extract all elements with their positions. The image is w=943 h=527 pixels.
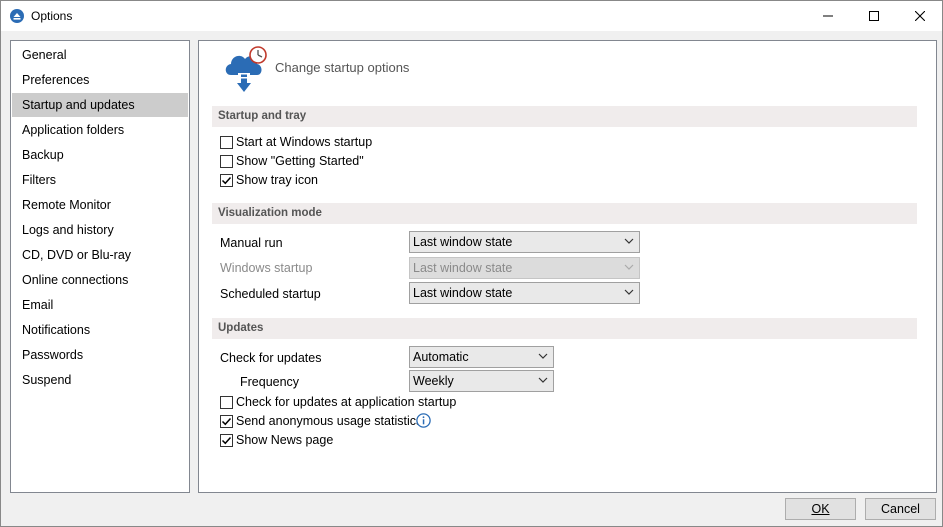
checkmark-icon bbox=[221, 417, 232, 425]
options-category-list: General Preferences Startup and updates … bbox=[10, 40, 190, 493]
cancel-button-label: Cancel bbox=[881, 502, 920, 516]
maximize-button[interactable] bbox=[851, 1, 897, 31]
sidebar-item-remote-monitor[interactable]: Remote Monitor bbox=[12, 193, 188, 217]
close-icon bbox=[915, 11, 925, 21]
info-icon[interactable] bbox=[416, 413, 431, 428]
close-button[interactable] bbox=[897, 1, 943, 31]
anonymous-stats-checkbox[interactable]: Send anonymous usage statistics bbox=[220, 412, 422, 430]
frequency-label: Frequency bbox=[240, 375, 300, 389]
title-bar: Options bbox=[1, 1, 942, 31]
check-for-updates-select[interactable]: Automatic bbox=[409, 346, 554, 368]
section-visualization-mode: Visualization mode bbox=[212, 203, 917, 224]
chevron-down-icon bbox=[538, 353, 548, 359]
manual-run-label: Manual run bbox=[220, 236, 283, 250]
scheduled-startup-value: Last window state bbox=[413, 286, 513, 300]
windows-startup-select[interactable]: Last window state bbox=[409, 257, 640, 279]
chevron-down-icon bbox=[538, 377, 548, 383]
section-updates: Updates bbox=[212, 318, 917, 339]
start-at-windows-startup-checkbox[interactable]: Start at Windows startup bbox=[220, 133, 372, 151]
minimize-button[interactable] bbox=[805, 1, 851, 31]
checkbox-box[interactable] bbox=[220, 395, 233, 409]
sidebar-item-cd-dvd-bluray[interactable]: CD, DVD or Blu-ray bbox=[12, 243, 188, 267]
scheduled-startup-label: Scheduled startup bbox=[220, 287, 321, 301]
show-tray-icon-checkbox[interactable]: Show tray icon bbox=[220, 171, 318, 189]
show-news-page-label: Show News page bbox=[236, 433, 334, 447]
checkbox-box[interactable] bbox=[220, 414, 233, 428]
start-at-windows-startup-label: Start at Windows startup bbox=[236, 135, 373, 149]
checkbox-box[interactable] bbox=[220, 135, 233, 149]
show-getting-started-label: Show "Getting Started" bbox=[236, 154, 364, 168]
sidebar-item-notifications[interactable]: Notifications bbox=[12, 318, 188, 342]
chevron-down-icon bbox=[624, 264, 634, 270]
settings-panel: Change startup options Startup and tray … bbox=[198, 40, 937, 493]
show-news-page-checkbox[interactable]: Show News page bbox=[220, 431, 333, 449]
checkbox-box[interactable] bbox=[220, 433, 233, 447]
anonymous-stats-label: Send anonymous usage statistics bbox=[236, 414, 423, 428]
app-logo-icon bbox=[10, 9, 24, 23]
cloud-download-clock-icon bbox=[225, 46, 267, 92]
window-title: Options bbox=[31, 9, 73, 23]
sidebar-item-general[interactable]: General bbox=[12, 43, 188, 67]
check-at-startup-label: Check for updates at application startup bbox=[236, 395, 457, 409]
show-tray-icon-label: Show tray icon bbox=[236, 173, 318, 187]
sidebar-item-backup[interactable]: Backup bbox=[12, 143, 188, 167]
check-for-updates-value: Automatic bbox=[413, 350, 469, 364]
maximize-icon bbox=[869, 11, 879, 21]
manual-run-select[interactable]: Last window state bbox=[409, 231, 640, 253]
cancel-button[interactable]: Cancel bbox=[865, 498, 936, 520]
options-window: Options General Preferences Startup and … bbox=[0, 0, 943, 527]
ok-button[interactable]: OK bbox=[785, 498, 856, 520]
checkbox-box[interactable] bbox=[220, 154, 233, 168]
section-startup-and-tray: Startup and tray bbox=[212, 106, 917, 127]
frequency-value: Weekly bbox=[413, 374, 454, 388]
sidebar-item-suspend[interactable]: Suspend bbox=[12, 368, 188, 392]
check-for-updates-label: Check for updates bbox=[220, 351, 322, 365]
checkbox-box[interactable] bbox=[220, 173, 233, 187]
sidebar-item-email[interactable]: Email bbox=[12, 293, 188, 317]
chevron-down-icon bbox=[624, 289, 634, 295]
windows-startup-label: Windows startup bbox=[220, 261, 313, 275]
checkmark-icon bbox=[221, 176, 232, 184]
checkmark-icon bbox=[221, 436, 232, 444]
sidebar-item-preferences[interactable]: Preferences bbox=[12, 68, 188, 92]
page-title: Change startup options bbox=[275, 60, 410, 75]
minimize-icon bbox=[823, 15, 833, 17]
ok-button-label: OK bbox=[811, 502, 830, 516]
scheduled-startup-select[interactable]: Last window state bbox=[409, 282, 640, 304]
chevron-down-icon bbox=[624, 238, 634, 244]
frequency-select[interactable]: Weekly bbox=[409, 370, 554, 392]
sidebar-item-online-connections[interactable]: Online connections bbox=[12, 268, 188, 292]
sidebar-item-passwords[interactable]: Passwords bbox=[12, 343, 188, 367]
sidebar-item-startup-and-updates[interactable]: Startup and updates bbox=[12, 93, 188, 117]
sidebar-item-application-folders[interactable]: Application folders bbox=[12, 118, 188, 142]
sidebar-item-filters[interactable]: Filters bbox=[12, 168, 188, 192]
windows-startup-value: Last window state bbox=[413, 261, 513, 275]
show-getting-started-checkbox[interactable]: Show "Getting Started" bbox=[220, 152, 364, 170]
manual-run-value: Last window state bbox=[413, 235, 513, 249]
sidebar-item-logs-and-history[interactable]: Logs and history bbox=[12, 218, 188, 242]
check-at-startup-checkbox[interactable]: Check for updates at application startup bbox=[220, 393, 456, 411]
